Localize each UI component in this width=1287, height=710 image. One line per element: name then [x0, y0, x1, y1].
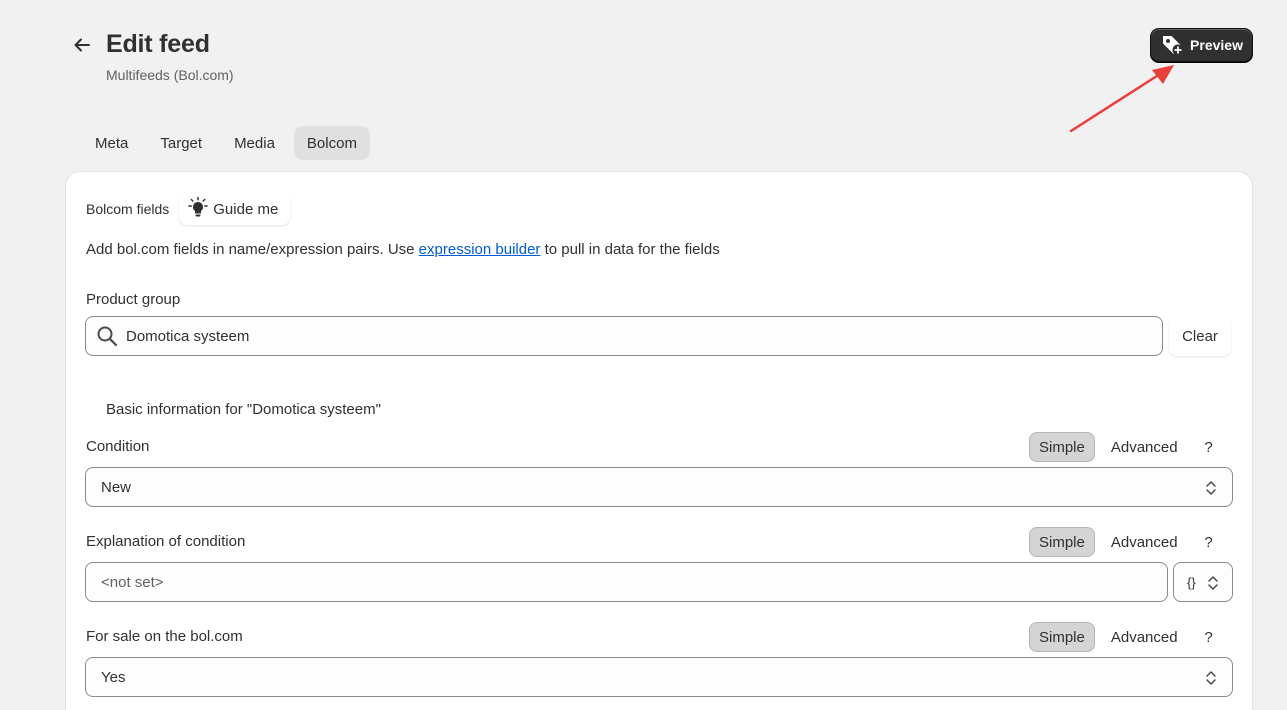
- condition-value: New: [101, 478, 132, 496]
- search-icon: [97, 326, 118, 347]
- for-sale-advanced-button[interactable]: Advanced: [1101, 622, 1188, 652]
- page-title: Edit feed: [106, 30, 210, 58]
- tab-meta[interactable]: Meta: [82, 126, 141, 160]
- arrow-left-icon: [74, 38, 90, 52]
- condition-mode-group: Simple Advanced ?: [1029, 432, 1224, 462]
- condition-simple-button[interactable]: Simple: [1029, 432, 1095, 462]
- expression-builder-link[interactable]: expression builder: [419, 241, 541, 258]
- braces-label: {}: [1187, 574, 1196, 590]
- explanation-input[interactable]: [101, 573, 1001, 591]
- description: Add bol.com fields in name/expression pa…: [86, 241, 720, 258]
- bolcom-fields-label: Bolcom fields: [86, 201, 170, 217]
- guide-me-button[interactable]: Guide me: [179, 193, 291, 225]
- for-sale-simple-button[interactable]: Simple: [1029, 622, 1095, 652]
- description-prefix: Add bol.com fields in name/expression pa…: [86, 241, 419, 258]
- expression-type-select[interactable]: {}: [1173, 562, 1233, 602]
- back-button[interactable]: [70, 33, 94, 57]
- explanation-simple-button[interactable]: Simple: [1029, 527, 1095, 557]
- tag-plus-icon: [1160, 34, 1186, 56]
- tab-media[interactable]: Media: [221, 126, 288, 160]
- product-group-search[interactable]: [85, 316, 1163, 356]
- condition-advanced-button[interactable]: Advanced: [1101, 432, 1188, 462]
- for-sale-help-button[interactable]: ?: [1194, 622, 1224, 652]
- select-chevron-icon: [1206, 481, 1216, 495]
- condition-help-button[interactable]: ?: [1194, 432, 1224, 462]
- explanation-advanced-button[interactable]: Advanced: [1101, 527, 1188, 557]
- condition-label: Condition: [86, 438, 150, 455]
- description-suffix: to pull in data for the fields: [540, 241, 720, 258]
- product-group-input[interactable]: [126, 327, 1026, 345]
- preview-button[interactable]: Preview: [1150, 28, 1253, 62]
- preview-label: Preview: [1190, 37, 1243, 53]
- explanation-label: Explanation of condition: [86, 533, 246, 550]
- product-group-label: Product group: [86, 291, 181, 308]
- explanation-help-button[interactable]: ?: [1194, 527, 1224, 557]
- page-subtitle: Multifeeds (Bol.com): [106, 67, 234, 83]
- section-title: Basic information for "Domotica systeem": [106, 401, 381, 418]
- for-sale-mode-group: Simple Advanced ?: [1029, 622, 1224, 652]
- lightbulb-icon: [188, 196, 209, 217]
- explanation-field[interactable]: [85, 562, 1168, 602]
- select-chevron-icon: [1208, 576, 1218, 590]
- guide-me-label: Guide me: [213, 200, 279, 218]
- explanation-mode-group: Simple Advanced ?: [1029, 527, 1224, 557]
- tab-target[interactable]: Target: [147, 126, 215, 160]
- select-chevron-icon: [1206, 671, 1216, 685]
- bolcom-card: Bolcom fields Guide me Add bol.com field…: [66, 172, 1252, 710]
- tab-bolcom[interactable]: Bolcom: [293, 126, 370, 160]
- fields-header: Bolcom fields Guide me: [86, 193, 291, 225]
- clear-button[interactable]: Clear: [1169, 316, 1231, 356]
- for-sale-select[interactable]: Yes: [85, 657, 1233, 697]
- condition-select[interactable]: New: [85, 467, 1233, 507]
- tab-bar: Meta Target Media Bolcom: [82, 126, 370, 160]
- for-sale-value: Yes: [101, 668, 126, 686]
- for-sale-label: For sale on the bol.com: [86, 628, 243, 645]
